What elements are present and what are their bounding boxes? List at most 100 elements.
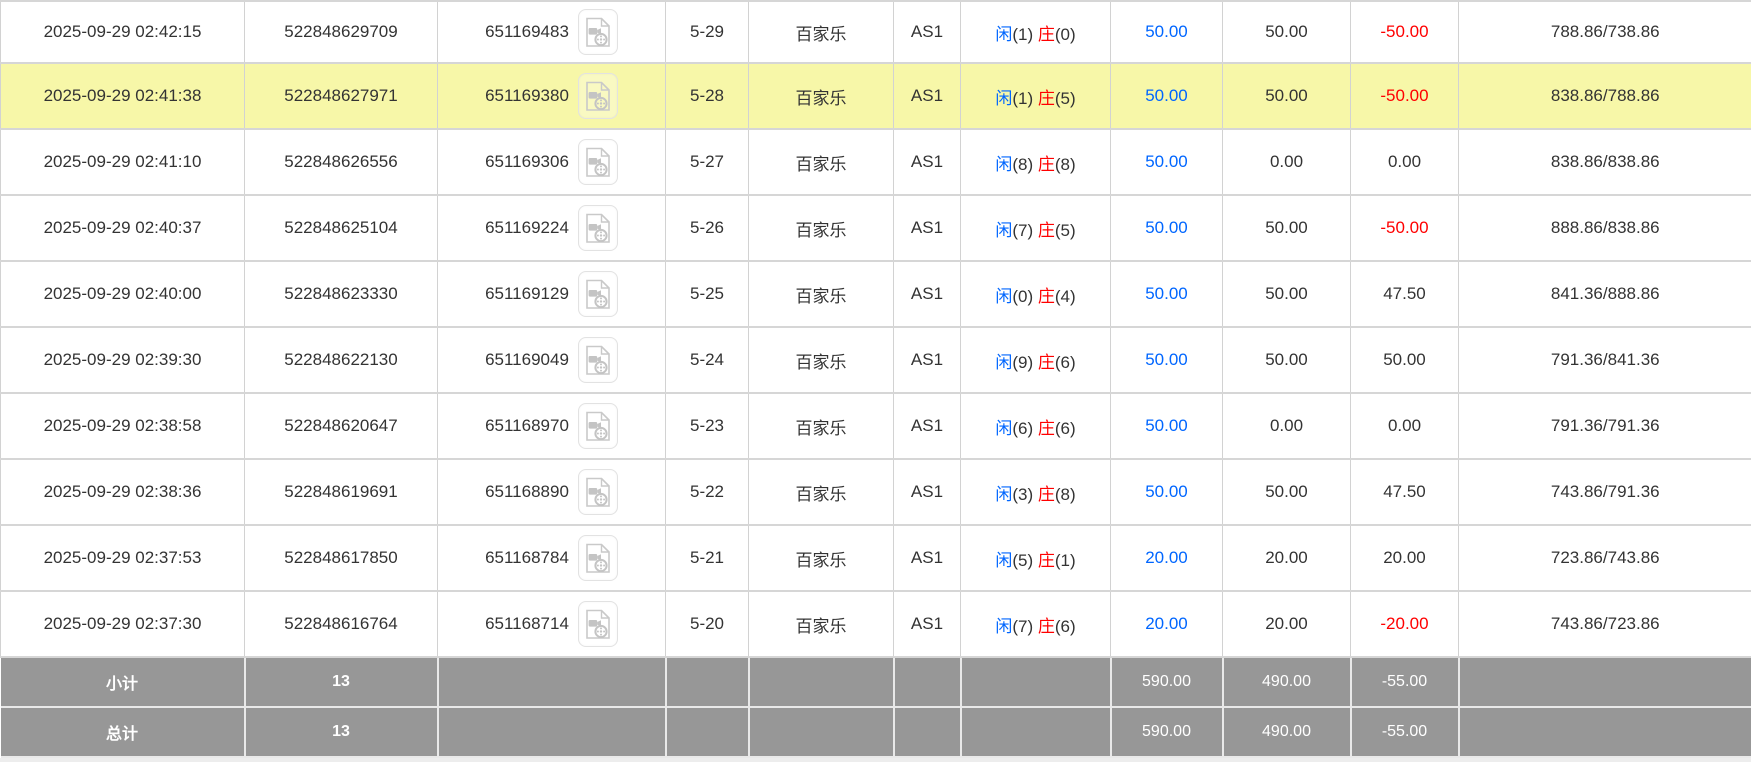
subtotal-valid: 490.00 <box>1223 657 1351 707</box>
cell-table-name: AS1 <box>894 459 961 525</box>
cell-round-id: 651169380 <box>438 63 666 129</box>
cell-round-id: 651169483 <box>438 1 666 63</box>
banker-label: 庄 <box>1038 485 1055 504</box>
video-replay-button[interactable] <box>578 601 618 647</box>
banker-label: 庄 <box>1038 551 1055 570</box>
empty-cell <box>749 707 894 757</box>
table-row[interactable]: 2025-09-29 02:42:15 522848629709 6511694… <box>1 1 1751 63</box>
cell-bet-id: 522848619691 <box>245 459 438 525</box>
banker-label: 庄 <box>1038 89 1055 108</box>
subtotal-bet: 590.00 <box>1111 657 1223 707</box>
subtotal-winloss: -55.00 <box>1351 657 1459 707</box>
cell-win-loss: -50.00 <box>1351 195 1459 261</box>
round-id-text: 651169224 <box>485 218 569 238</box>
empty-cell <box>1459 657 1751 707</box>
round-id-text: 651169380 <box>485 86 569 106</box>
empty-cell <box>666 657 749 707</box>
video-replay-button[interactable] <box>578 403 618 449</box>
banker-score: (5) <box>1055 221 1076 240</box>
cell-round-id: 651169306 <box>438 129 666 195</box>
total-bet: 590.00 <box>1111 707 1223 757</box>
video-file-icon <box>585 279 611 310</box>
player-score: (3) <box>1012 485 1038 504</box>
video-file-icon <box>585 17 611 48</box>
table-row[interactable]: 2025-09-29 02:40:37 522848625104 6511692… <box>1 195 1751 261</box>
player-label: 闲 <box>995 551 1012 570</box>
cell-valid-amount: 50.00 <box>1223 1 1351 63</box>
banker-label: 庄 <box>1038 155 1055 174</box>
cell-result: 闲(5) 庄(1) <box>961 525 1111 591</box>
player-score: (6) <box>1012 419 1038 438</box>
banker-score: (6) <box>1055 419 1076 438</box>
cell-bet-time: 2025-09-29 02:37:53 <box>1 525 245 591</box>
table-row[interactable]: 2025-09-29 02:41:10 522848626556 6511693… <box>1 129 1751 195</box>
cell-round-id: 651168970 <box>438 393 666 459</box>
video-file-icon <box>585 147 611 178</box>
video-replay-button[interactable] <box>578 535 618 581</box>
table-summary: 小计 13 590.00 490.00 -55.00 总计 13 590.00 … <box>1 657 1751 757</box>
table-row[interactable]: 2025-09-29 02:38:36 522848619691 6511688… <box>1 459 1751 525</box>
cell-bet-amount: 50.00 <box>1111 459 1223 525</box>
banker-score: (1) <box>1055 551 1076 570</box>
cell-bet-amount: 50.00 <box>1111 195 1223 261</box>
video-replay-button[interactable] <box>578 271 618 317</box>
cell-balance: 838.86/788.86 <box>1459 63 1751 129</box>
table-row[interactable]: 2025-09-29 02:40:00 522848623330 6511691… <box>1 261 1751 327</box>
cell-bet-amount: 50.00 <box>1111 1 1223 63</box>
cell-bet-time: 2025-09-29 02:38:58 <box>1 393 245 459</box>
player-score: (8) <box>1012 155 1038 174</box>
banker-score: (8) <box>1055 155 1076 174</box>
banker-score: (4) <box>1055 287 1076 306</box>
video-replay-button[interactable] <box>578 9 618 55</box>
player-score: (5) <box>1012 551 1038 570</box>
cell-bet-amount: 50.00 <box>1111 261 1223 327</box>
cell-bet-id: 522848622130 <box>245 327 438 393</box>
cell-bet-amount: 50.00 <box>1111 63 1223 129</box>
cell-game-type: 百家乐 <box>749 591 894 657</box>
video-replay-button[interactable] <box>578 469 618 515</box>
empty-cell <box>666 707 749 757</box>
cell-win-loss: -50.00 <box>1351 63 1459 129</box>
cell-win-loss: 0.00 <box>1351 393 1459 459</box>
video-file-icon <box>585 609 611 640</box>
table-row[interactable]: 2025-09-29 02:41:38 522848627971 6511693… <box>1 63 1751 129</box>
banker-score: (6) <box>1055 617 1076 636</box>
player-score: (7) <box>1012 617 1038 636</box>
cell-bet-id: 522848629709 <box>245 1 438 63</box>
cell-win-loss: 47.50 <box>1351 459 1459 525</box>
cell-balance: 743.86/723.86 <box>1459 591 1751 657</box>
cell-bet-amount: 50.00 <box>1111 129 1223 195</box>
cell-bet-id: 522848617850 <box>245 525 438 591</box>
cell-balance: 788.86/738.86 <box>1459 1 1751 63</box>
cell-shoe-round: 5-25 <box>666 261 749 327</box>
cell-balance: 791.36/841.36 <box>1459 327 1751 393</box>
player-label: 闲 <box>995 419 1012 438</box>
cell-bet-amount: 20.00 <box>1111 525 1223 591</box>
round-id-text: 651169306 <box>485 152 569 172</box>
cell-balance: 723.86/743.86 <box>1459 525 1751 591</box>
cell-table-name: AS1 <box>894 393 961 459</box>
video-replay-button[interactable] <box>578 337 618 383</box>
cell-table-name: AS1 <box>894 261 961 327</box>
player-label: 闲 <box>995 221 1012 240</box>
video-replay-button[interactable] <box>578 205 618 251</box>
table-row[interactable]: 2025-09-29 02:38:58 522848620647 6511689… <box>1 393 1751 459</box>
table-row[interactable]: 2025-09-29 02:37:30 522848616764 6511687… <box>1 591 1751 657</box>
cell-valid-amount: 50.00 <box>1223 459 1351 525</box>
cell-bet-time: 2025-09-29 02:41:10 <box>1 129 245 195</box>
round-id-text: 651168970 <box>485 416 569 436</box>
banker-label: 庄 <box>1038 419 1055 438</box>
empty-cell <box>894 657 961 707</box>
cell-game-type: 百家乐 <box>749 525 894 591</box>
video-file-icon <box>585 543 611 574</box>
player-label: 闲 <box>995 287 1012 306</box>
cell-table-name: AS1 <box>894 327 961 393</box>
table-row[interactable]: 2025-09-29 02:39:30 522848622130 6511690… <box>1 327 1751 393</box>
cell-valid-amount: 20.00 <box>1223 525 1351 591</box>
banker-score: (8) <box>1055 485 1076 504</box>
cell-bet-time: 2025-09-29 02:38:36 <box>1 459 245 525</box>
player-label: 闲 <box>995 485 1012 504</box>
table-row[interactable]: 2025-09-29 02:37:53 522848617850 6511687… <box>1 525 1751 591</box>
video-replay-button[interactable] <box>578 73 618 119</box>
video-replay-button[interactable] <box>578 139 618 185</box>
